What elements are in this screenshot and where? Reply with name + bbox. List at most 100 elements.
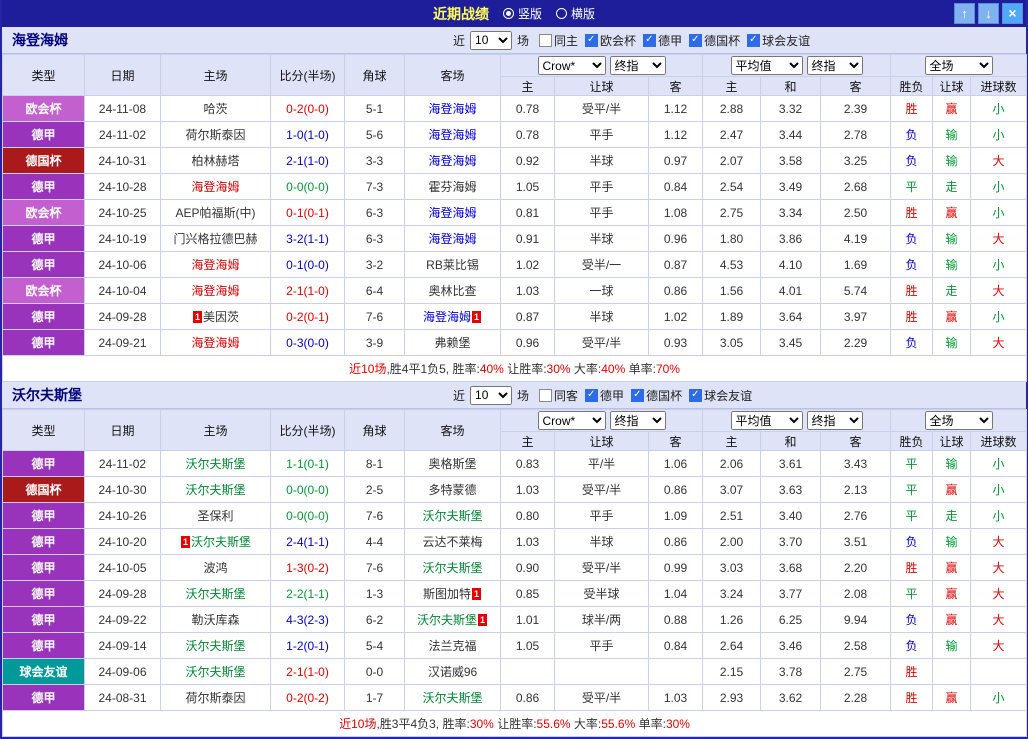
away-team-link[interactable]: 斯图加特 — [423, 587, 471, 601]
score-cell: 4-3(2-3) — [270, 606, 345, 633]
score-link[interactable]: 1-1(0-1) — [286, 457, 329, 471]
score-link[interactable]: 0-0(0-0) — [286, 509, 329, 523]
scope-select[interactable]: 全场 — [924, 411, 993, 430]
match-date: 24-11-02 — [84, 121, 161, 148]
score-link[interactable]: 3-2(1-1) — [286, 232, 329, 246]
score-link[interactable]: 2-4(1-1) — [286, 535, 329, 549]
goals-value: 大 — [970, 580, 1028, 607]
match-row: 欧会杯 24-10-04 海登海姆 2-1(1-0) 6-4 奥林比查 1.03 一球 0.86… — [2, 277, 1028, 304]
filter-checkbox[interactable]: 同主 — [532, 32, 578, 49]
away-team-link[interactable]: 海登海姆 — [428, 206, 476, 220]
away-team-link[interactable]: 奥林比查 — [428, 284, 476, 298]
home-team-link[interactable]: 沃尔夫斯堡 — [185, 483, 245, 497]
score-link[interactable]: 0-0(0-0) — [286, 483, 329, 497]
recent-count-select[interactable]: 10 — [470, 30, 513, 50]
index-type-select[interactable]: 终指 — [609, 411, 666, 430]
home-team-link[interactable]: 美因茨 — [203, 310, 239, 324]
home-team-link[interactable]: AEP帕福斯(中) — [175, 206, 255, 220]
average-select[interactable]: 平均值 — [730, 411, 803, 430]
away-team-link[interactable]: 海登海姆 — [428, 102, 476, 116]
home-team-link[interactable]: 哈茨 — [203, 102, 227, 116]
handicap-line: 半球 — [554, 225, 649, 252]
filter-checkbox[interactable]: 同客 — [532, 387, 578, 404]
score-link[interactable]: 0-1(0-1) — [286, 206, 329, 220]
home-team-link[interactable]: 海登海姆 — [191, 258, 239, 272]
away-team-link[interactable]: 多特蒙德 — [428, 483, 476, 497]
corners-value: 7-3 — [344, 173, 405, 200]
euro-away-odds: 4.19 — [820, 225, 892, 252]
away-team-link[interactable]: 云达不莱梅 — [422, 535, 482, 549]
home-team-link[interactable]: 荷尔斯泰因 — [185, 128, 245, 142]
away-team-link[interactable]: 奥格斯堡 — [428, 457, 476, 471]
home-team-link[interactable]: 沃尔夫斯堡 — [185, 457, 245, 471]
filter-checkbox[interactable]: 德甲 — [636, 32, 682, 49]
bookmaker-select[interactable]: Crow* — [537, 56, 606, 75]
move-down-button[interactable]: ↓ — [978, 3, 999, 24]
match-date: 24-08-31 — [84, 684, 161, 711]
recent-count-select[interactable]: 10 — [470, 385, 513, 405]
away-team-link[interactable]: 海登海姆 — [428, 232, 476, 246]
home-team-link[interactable]: 波鸿 — [203, 561, 227, 575]
home-team-link[interactable]: 圣保利 — [197, 509, 233, 523]
handicap-result-value: 输 — [932, 147, 972, 174]
score-link[interactable]: 0-3(0-0) — [286, 336, 329, 350]
score-link[interactable]: 0-1(0-0) — [286, 258, 329, 272]
index-type-select[interactable]: 终指 — [609, 56, 666, 75]
home-team-link[interactable]: 荷尔斯泰因 — [185, 691, 245, 705]
away-team-link[interactable]: 沃尔夫斯堡 — [417, 613, 477, 627]
filter-checkbox[interactable]: 德国杯 — [682, 32, 740, 49]
home-team-link[interactable]: 沃尔夫斯堡 — [185, 665, 245, 679]
away-team-link[interactable]: 弗赖堡 — [434, 336, 470, 350]
home-team-link[interactable]: 沃尔夫斯堡 — [185, 587, 245, 601]
close-button[interactable]: × — [1002, 3, 1023, 24]
filter-checkbox[interactable]: 球会友谊 — [682, 387, 752, 404]
score-link[interactable]: 1-0(1-0) — [286, 128, 329, 142]
corners-value: 6-3 — [344, 225, 405, 252]
score-link[interactable]: 4-3(2-3) — [286, 613, 329, 627]
filter-checkbox[interactable]: 德甲 — [578, 387, 624, 404]
avg-index-type-select[interactable]: 终指 — [806, 411, 863, 430]
home-team-link[interactable]: 海登海姆 — [191, 336, 239, 350]
bookmaker-select[interactable]: Crow* — [537, 411, 606, 430]
move-up-button[interactable]: ↑ — [954, 3, 975, 24]
score-link[interactable]: 2-1(1-0) — [286, 665, 329, 679]
average-select[interactable]: 平均值 — [730, 56, 803, 75]
away-team-link[interactable]: 沃尔夫斯堡 — [422, 561, 482, 575]
score-link[interactable]: 0-2(0-2) — [286, 691, 329, 705]
away-team-link[interactable]: 沃尔夫斯堡 — [422, 691, 482, 705]
away-team-link[interactable]: 海登海姆 — [428, 154, 476, 168]
score-link[interactable]: 0-2(0-1) — [286, 310, 329, 324]
score-link[interactable]: 2-1(1-0) — [286, 284, 329, 298]
home-team-link[interactable]: 海登海姆 — [191, 180, 239, 194]
scope-select[interactable]: 全场 — [924, 56, 993, 75]
home-team-link[interactable]: 沃尔夫斯堡 — [185, 639, 245, 653]
filter-checkbox[interactable]: 球会友谊 — [740, 32, 810, 49]
score-link[interactable]: 1-3(0-2) — [286, 561, 329, 575]
away-team-link[interactable]: 海登海姆 — [428, 128, 476, 142]
away-team-link[interactable]: 法兰克福 — [428, 639, 476, 653]
away-team-link[interactable]: 海登海姆 — [423, 310, 471, 324]
summary-segment: 近10场 — [349, 362, 387, 376]
home-team-link[interactable]: 勒沃库森 — [191, 613, 239, 627]
score-link[interactable]: 0-2(0-0) — [286, 102, 329, 116]
filter-checkbox[interactable]: 德国杯 — [624, 387, 682, 404]
layout-radio-vertical[interactable]: 竖版 — [502, 5, 542, 22]
layout-radio-horizontal[interactable]: 横版 — [556, 5, 595, 22]
match-row: 德甲 24-09-28 沃尔夫斯堡 2-2(1-1) 1-3 斯图加特 1 0.85 受半球 1.… — [2, 580, 1028, 607]
away-team-link[interactable]: 沃尔夫斯堡 — [422, 509, 482, 523]
home-team-link[interactable]: 门兴格拉德巴赫 — [173, 232, 257, 246]
away-team-link[interactable]: RB莱比锡 — [426, 258, 479, 272]
home-team-link[interactable]: 海登海姆 — [191, 284, 239, 298]
away-team-cell: 海登海姆 — [404, 95, 501, 122]
avg-index-type-select[interactable]: 终指 — [806, 56, 863, 75]
score-link[interactable]: 0-0(0-0) — [286, 180, 329, 194]
score-link[interactable]: 1-2(0-1) — [286, 639, 329, 653]
filter-checkbox[interactable]: 欧会杯 — [578, 32, 636, 49]
score-link[interactable]: 2-1(1-0) — [286, 154, 329, 168]
away-team-link[interactable]: 霍芬海姆 — [428, 180, 476, 194]
score-link[interactable]: 2-2(1-1) — [286, 587, 329, 601]
away-team-link[interactable]: 汉诺威96 — [428, 665, 477, 679]
home-team-link[interactable]: 柏林赫塔 — [191, 154, 239, 168]
summary-segment: 让胜率: — [503, 362, 547, 376]
home-team-link[interactable]: 沃尔夫斯堡 — [191, 535, 251, 549]
